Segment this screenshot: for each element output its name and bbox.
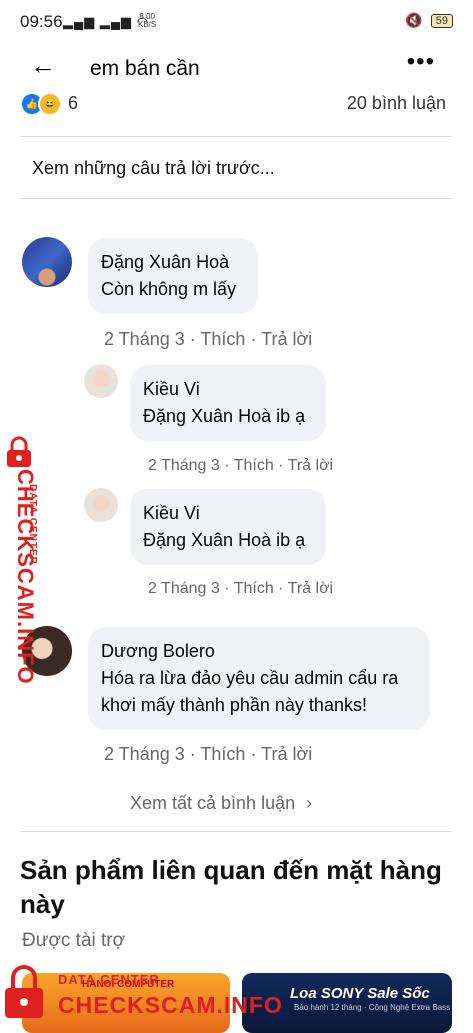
page-title: em bán cần [90,57,200,80]
comment-date[interactable]: 2 Tháng 3 [148,457,220,474]
reply-button[interactable]: Trả lời [288,580,333,597]
mute-icon: 🔇 [405,12,423,28]
reaction-summary[interactable]: 👍 😆 6 20 bình luận [18,92,450,118]
watermark-vertical: DATA CENTER CHECKSCAM.INFO [0,436,52,685]
comment-text: Hóa ra lừa đảo yêu cầu admin cẩu ra khơi… [101,668,399,715]
speed-unit: KB/S [138,20,157,29]
see-all-label: Xem tất cả bình luận [130,793,296,813]
comment-author[interactable]: Kiều Vi [143,376,313,403]
avatar[interactable] [22,237,72,287]
lock-icon [5,965,43,1018]
reply-button[interactable]: Trả lời [261,329,312,349]
sponsored-label: Được tài trợ [22,930,126,951]
comment-bubble: Kiều Vi Đặng Xuân Hoà ib ạ [130,489,326,565]
lock-icon [7,436,31,467]
comment-bubble: Đặng Xuân Hoà Còn không m lấy [88,238,258,314]
comment-meta: 2 Tháng 3 · Thích · Trả lời [148,457,333,475]
comment-author[interactable]: Đặng Xuân Hoà [101,249,245,276]
separator: · [219,457,234,474]
comment-bubble: Kiều Vi Đặng Xuân Hoà ib ạ [130,365,326,441]
network-speed: 8.00 KB/S [138,13,156,29]
watermark-big: CHECKSCAM.INFO [58,992,283,1018]
avatar[interactable] [84,488,118,522]
signal-icon: ▂▄▆ ▂▄▆ ◠ [63,14,149,29]
view-previous-replies[interactable]: Xem những câu trả lời trước... [32,158,275,179]
reply-button[interactable]: Trả lời [288,457,333,474]
watermark-big: CHECKSCAM.INFO [13,469,38,685]
reply-button[interactable]: Trả lời [261,744,312,764]
watermark-small: DATA CENTER [58,972,160,987]
status-bar: 09:56 ▂▄▆ ▂▄▆ ◠ 8.00 KB/S 🔇 59 [0,0,473,40]
status-time: 09:56 [20,12,63,31]
see-all-comments[interactable]: Xem tất cả bình luận › [130,793,312,814]
comment-meta: 2 Tháng 3 · Thích · Trả lời [148,580,333,598]
app-bar: ← em bán cần ••• [0,44,473,94]
comment-date[interactable]: 2 Tháng 3 [148,580,220,597]
product-card-subtitle: Bảo hành 12 tháng · Công Nghệ Extra Bass [294,1003,451,1012]
divider [20,198,452,199]
status-right: 🔇 59 [405,12,453,29]
separator: · [184,744,201,764]
haha-icon: 😆 [38,92,62,116]
like-button[interactable]: Thích [234,457,274,474]
comment-author[interactable]: Kiều Vi [143,500,313,527]
product-card-title: Loa SONY Sale Sốc [290,985,430,1002]
related-products-title: Sản phẩm liên quan đến mặt hàng này [20,855,442,919]
arrow-left-icon[interactable]: ← [30,50,56,81]
reaction-count: 6 [68,93,79,113]
comment-bubble: Dương Bolero Hóa ra lừa đảo yêu cầu admi… [88,627,430,730]
avatar[interactable] [84,364,118,398]
battery-icon: 59 [430,13,453,28]
separator: · [273,457,288,474]
comment-text: Đặng Xuân Hoà ib ạ [143,406,306,426]
chevron-right-icon: › [306,793,313,813]
divider [20,136,452,137]
comment-meta: 2 Tháng 3 · Thích · Trả lời [104,329,312,350]
like-button[interactable]: Thích [200,744,245,764]
separator: · [245,329,262,349]
like-button[interactable]: Thích [200,329,245,349]
more-icon[interactable]: ••• [407,48,435,76]
comment-date[interactable]: 2 Tháng 3 [104,744,185,764]
comment-text: Còn không m lấy [101,279,237,299]
divider [20,831,452,832]
comment-text: Đặng Xuân Hoà ib ạ [143,530,306,550]
comment-author[interactable]: Dương Bolero [101,638,417,665]
comment-date[interactable]: 2 Tháng 3 [104,329,185,349]
watermark-bottom: DATA CENTER CHECKSCAM.INFO [0,960,300,1024]
comment-count[interactable]: 20 bình luận [347,93,446,114]
separator: · [245,744,262,764]
separator: · [184,329,201,349]
separator: · [273,580,288,597]
separator: · [219,580,234,597]
comment-meta: 2 Tháng 3 · Thích · Trả lời [104,744,312,765]
like-button[interactable]: Thích [234,580,274,597]
